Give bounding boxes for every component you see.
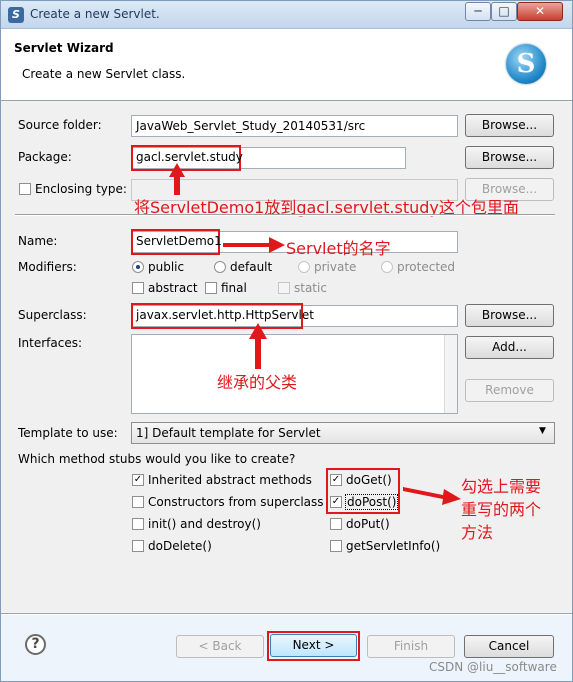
modifier-private-radio (298, 261, 310, 273)
init-destroy-label: init() and destroy() (148, 517, 261, 531)
form-separator (15, 214, 555, 216)
superclass-browse-button[interactable]: Browse... (465, 304, 554, 327)
doget-label: doGet() (346, 473, 392, 487)
cancel-button[interactable]: Cancel (464, 635, 554, 658)
dopost-checkbox[interactable]: ✓ (330, 496, 342, 508)
chevron-down-icon: ▼ (539, 426, 546, 436)
package-value: gacl.servlet.study (136, 150, 243, 164)
close-button[interactable]: ✕ (517, 2, 563, 21)
getservletinfo-checkbox[interactable] (330, 540, 342, 552)
enclosing-type-label: Enclosing type: (35, 182, 127, 196)
watermark: CSDN @liu__software (429, 660, 557, 674)
minimize-button[interactable]: ─ (465, 2, 491, 21)
modifier-public-label: public (148, 260, 185, 274)
superclass-annotation: 继承的父类 (217, 373, 298, 392)
dodelete-label: doDelete() (148, 539, 212, 553)
modifier-protected-label: protected (397, 260, 456, 274)
back-button: < Back (176, 635, 264, 658)
dopost-label: doPost() (345, 494, 399, 510)
stubs-annotation-line2: 重写的两个 (461, 500, 542, 519)
dodelete-checkbox[interactable] (132, 540, 144, 552)
wizard-description: Create a new Servlet class. (22, 67, 186, 81)
superclass-arrow-icon (249, 323, 267, 369)
modifier-default-label: default (230, 260, 273, 274)
inherited-abstract-checkbox[interactable]: ✓ (132, 474, 144, 486)
template-label: Template to use: (18, 426, 118, 440)
getservletinfo-label: getServletInfo() (346, 539, 441, 553)
name-annotation: Servlet的名字 (286, 239, 391, 258)
package-arrow-icon (169, 163, 185, 195)
finish-button: Finish (367, 635, 455, 658)
abstract-checkbox[interactable] (132, 282, 144, 294)
static-label: static (294, 281, 327, 295)
source-folder-field[interactable]: JavaWeb_Servlet_Study_20140531/src (131, 115, 458, 137)
final-checkbox[interactable] (205, 282, 217, 294)
servlet-logo-icon: S (506, 44, 546, 84)
modifiers-label: Modifiers: (18, 260, 77, 274)
eclipse-app-icon: S (8, 7, 24, 23)
remove-interface-button: Remove (465, 379, 554, 402)
doget-checkbox[interactable]: ✓ (330, 474, 342, 486)
interfaces-scrollbar[interactable] (444, 335, 457, 413)
stubs-annotation-line1: 勾选上需要 (461, 477, 542, 496)
name-value: ServletDemo1 (136, 234, 222, 248)
modifier-default-radio[interactable] (214, 261, 226, 273)
abstract-label: abstract (148, 281, 198, 295)
name-label: Name: (18, 234, 58, 248)
window-title: Create a new Servlet. (30, 7, 160, 21)
stubs-arrow-icon (403, 487, 461, 505)
source-folder-browse-button[interactable]: Browse... (465, 114, 554, 137)
modifier-public-radio[interactable] (132, 261, 144, 273)
next-button[interactable]: Next > (270, 634, 357, 657)
wizard-title: Servlet Wizard (14, 41, 114, 55)
enclosing-type-checkbox[interactable] (19, 183, 31, 195)
package-browse-button[interactable]: Browse... (465, 146, 554, 169)
constructors-checkbox[interactable] (132, 496, 144, 508)
help-icon[interactable]: ? (25, 634, 46, 655)
superclass-value: javax.servlet.http.HttpServlet (136, 308, 314, 322)
modifier-private-label: private (314, 260, 357, 274)
interfaces-label: Interfaces: (18, 336, 83, 350)
init-destroy-checkbox[interactable] (132, 518, 144, 530)
doput-checkbox[interactable] (330, 518, 342, 530)
name-arrow-icon (223, 237, 285, 253)
inherited-abstract-label: Inherited abstract methods (148, 473, 312, 487)
dialog-window: S Create a new Servlet. ─ □ ✕ Servlet Wi… (0, 0, 573, 682)
wizard-header: Servlet Wizard Create a new Servlet clas… (1, 29, 572, 101)
superclass-label: Superclass: (18, 308, 87, 322)
constructors-label: Constructors from superclass (148, 495, 324, 509)
package-label: Package: (18, 150, 72, 164)
final-label: final (221, 281, 247, 295)
template-select[interactable]: 1] Default template for Servlet (131, 422, 555, 444)
add-interface-button[interactable]: Add... (465, 336, 554, 359)
modifier-protected-radio (381, 261, 393, 273)
stubs-annotation-line3: 方法 (461, 523, 494, 542)
stubs-label: Which method stubs would you like to cre… (18, 452, 296, 466)
footer-separator (1, 613, 572, 615)
static-checkbox (278, 282, 290, 294)
source-folder-label: Source folder: (18, 118, 102, 132)
doput-label: doPut() (346, 517, 390, 531)
title-bar: S Create a new Servlet. ─ □ ✕ (1, 1, 572, 29)
maximize-button[interactable]: □ (491, 2, 517, 21)
